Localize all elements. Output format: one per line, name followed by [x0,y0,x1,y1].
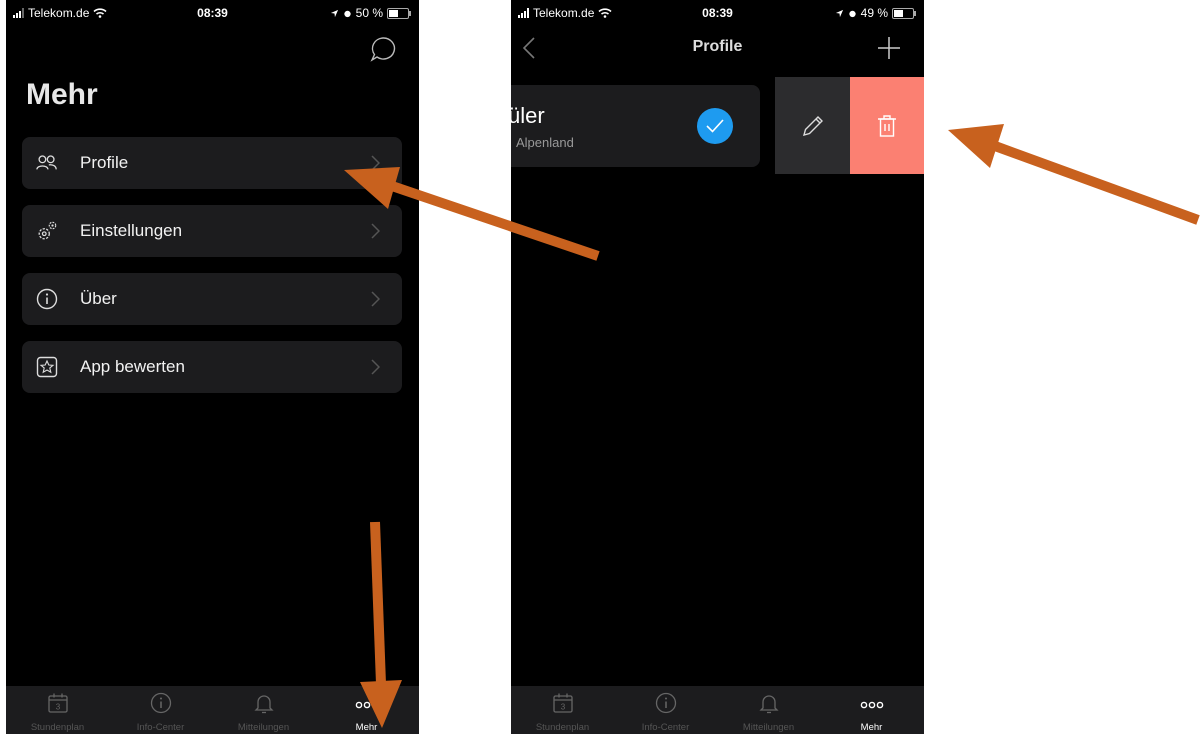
arrow-to-delete [948,124,1200,225]
arrow-to-profile [344,167,600,261]
arrow-to-mehr-tab [360,521,402,728]
annotation-arrows [344,124,1200,728]
